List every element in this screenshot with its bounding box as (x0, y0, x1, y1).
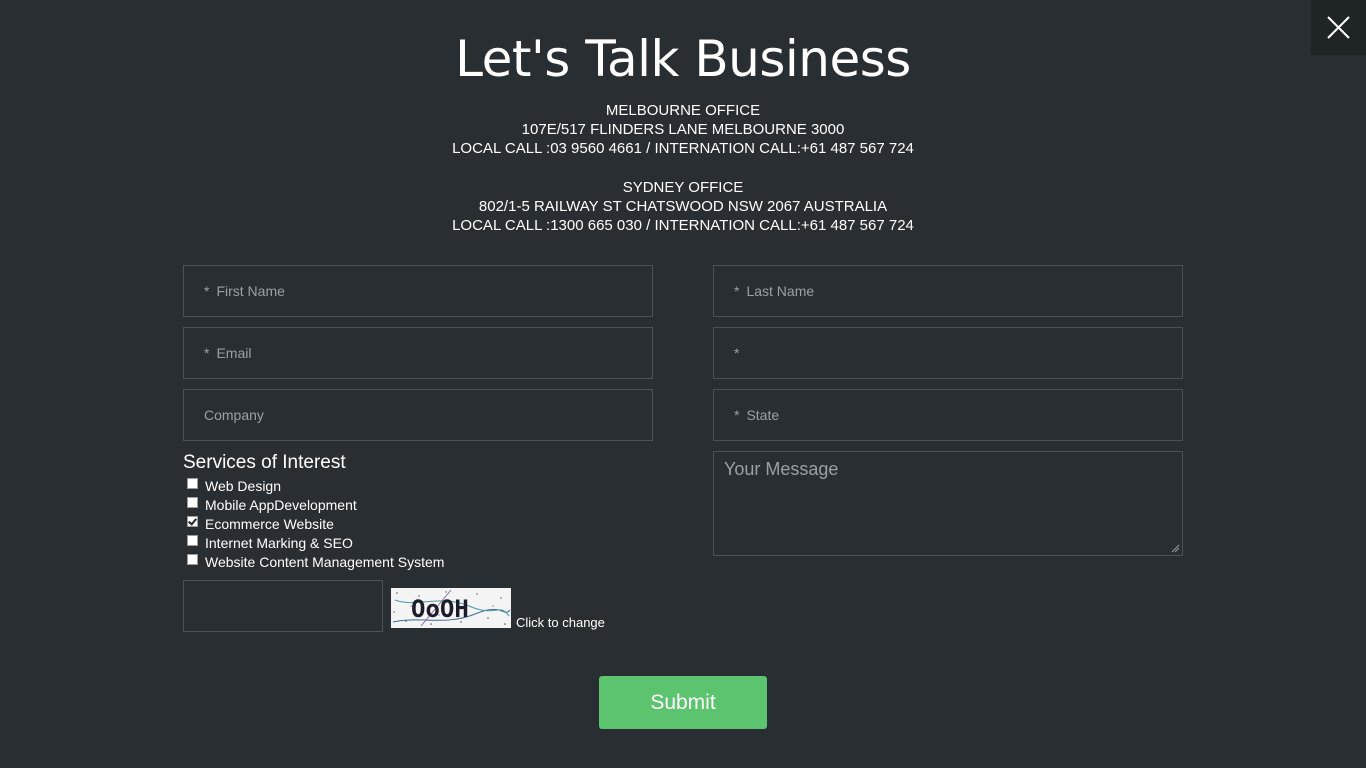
office-address: 107E/517 FLINDERS LANE MELBOURNE 3000 (521, 121, 845, 138)
captcha-image[interactable]: OoOH (391, 588, 511, 628)
internet-marketing-checkbox[interactable] (187, 535, 198, 546)
submit-button[interactable]: Submit (599, 676, 767, 729)
captcha-text: OoOH (411, 595, 469, 623)
page-title: Let's Talk Business (455, 30, 911, 88)
sydney-office: SYDNEY OFFICE 802/1-5 RAILWAY ST CHATSWO… (0, 178, 1366, 235)
cms-checkbox[interactable] (187, 554, 198, 565)
service-label: Web Design (205, 477, 282, 494)
office-name: SYDNEY OFFICE (622, 179, 744, 196)
office-phones: LOCAL CALL :1300 665 030 / INTERNATION C… (452, 217, 914, 234)
service-mobile-app[interactable]: Mobile AppDevelopment (183, 495, 444, 514)
service-internet-marketing[interactable]: Internet Marking & SEO (183, 533, 444, 552)
last-name-placeholder: Last Name (746, 283, 815, 299)
service-label: Website Content Management System (205, 553, 445, 570)
resize-grip-icon[interactable] (1171, 544, 1180, 553)
service-ecommerce[interactable]: Ecommerce Website (183, 514, 444, 533)
web-design-checkbox[interactable] (187, 478, 198, 489)
company-field[interactable]: Company (183, 389, 653, 441)
required-mark: * (734, 283, 740, 299)
services-of-interest: Services of Interest Web Design Mobile A… (183, 452, 444, 571)
required-mark: * (734, 407, 740, 423)
first-name-field[interactable]: * First Name (183, 265, 653, 317)
office-info: MELBOURNE OFFICE 107E/517 FLINDERS LANE … (0, 101, 1366, 235)
office-phones: LOCAL CALL :03 9560 4661 / INTERNATION C… (452, 140, 914, 157)
service-cms[interactable]: Website Content Management System (183, 552, 444, 571)
mobile-app-checkbox[interactable] (187, 497, 198, 508)
service-label: Internet Marking & SEO (205, 534, 353, 551)
message-textarea[interactable]: Your Message (713, 451, 1183, 556)
contact-page: Let's Talk Business MELBOURNE OFFICE 107… (0, 0, 1366, 768)
state-placeholder: State (746, 407, 780, 423)
company-placeholder: Company (204, 407, 264, 423)
service-label: Mobile AppDevelopment (205, 496, 357, 513)
captcha-noise: OoOH (391, 588, 511, 628)
office-name: MELBOURNE OFFICE (605, 102, 761, 119)
required-mark: * (734, 345, 740, 361)
services-title: Services of Interest (183, 452, 346, 473)
email-placeholder: Email (216, 345, 252, 361)
state-field[interactable]: * State (713, 389, 1183, 441)
office-address: 802/1-5 RAILWAY ST CHATSWOOD NSW 2067 AU… (478, 198, 888, 215)
service-web-design[interactable]: Web Design (183, 476, 444, 495)
captcha-input[interactable] (183, 580, 383, 632)
captcha-change-link[interactable]: Click to change (516, 615, 605, 630)
melbourne-office: MELBOURNE OFFICE 107E/517 FLINDERS LANE … (0, 101, 1366, 158)
first-name-placeholder: First Name (216, 283, 285, 299)
required-mark: * (204, 345, 210, 361)
last-name-field[interactable]: * Last Name (713, 265, 1183, 317)
ecommerce-checkbox[interactable] (187, 516, 198, 527)
required-mark: * (204, 283, 210, 299)
service-label: Ecommerce Website (205, 515, 334, 532)
message-placeholder: Your Message (724, 459, 839, 479)
email-field[interactable]: * Email (183, 327, 653, 379)
unlabeled-required-field[interactable]: * (713, 327, 1183, 379)
